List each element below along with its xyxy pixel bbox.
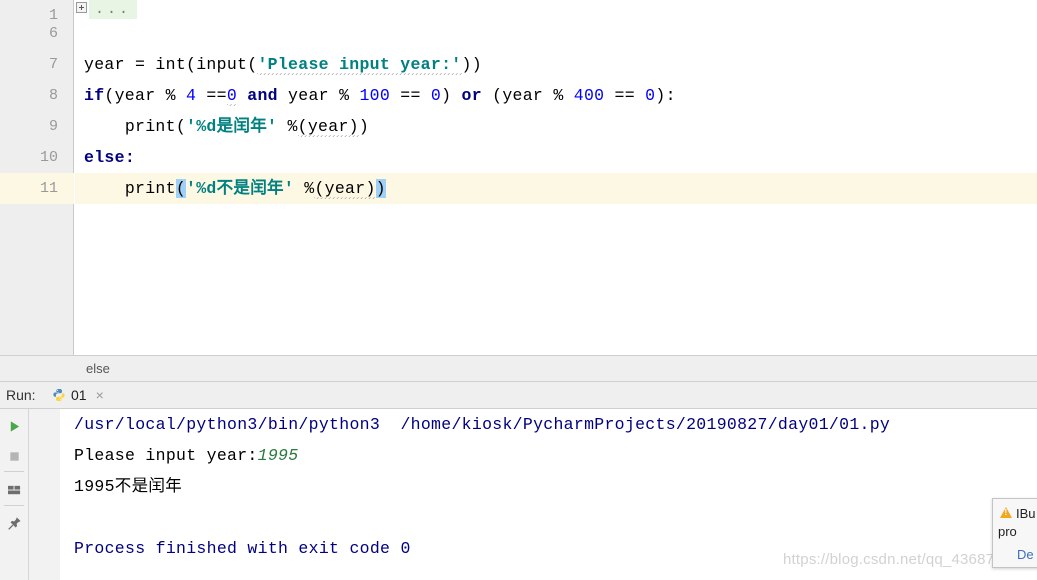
token-keyword-else: else [84, 148, 125, 167]
run-toolbar-secondary [28, 409, 84, 580]
token-paren: ): [655, 86, 676, 105]
token-paren: ( [175, 117, 187, 136]
console-command-line: /usr/local/python3/bin/python3 /home/kio… [74, 415, 891, 434]
token-args: (year) [297, 117, 359, 137]
console-user-input: 1995 [257, 446, 299, 465]
token-paren: ) [441, 86, 462, 105]
token-operator: == [390, 86, 431, 105]
console-result-line: 1995不是闰年 [74, 477, 183, 496]
token-operator: == [604, 86, 646, 105]
editor-line-11[interactable]: 11 print('%d不是闰年' %(year)) [0, 173, 1037, 204]
line-number: 10 [39, 149, 58, 166]
code-editor[interactable]: 1 ... 6 7 year = int(input('Please input… [0, 0, 1037, 355]
token-number: 0 [645, 86, 656, 105]
code-content[interactable]: year = int(input('Please input year:')) [84, 49, 482, 80]
stop-button[interactable] [3, 445, 25, 467]
line-number: 8 [48, 87, 58, 104]
line-number: 9 [48, 118, 58, 135]
token-keyword-or: or [461, 86, 482, 105]
token-builtin-input: input [196, 55, 248, 74]
run-window-label: Run: [6, 387, 36, 403]
token-colon: : [124, 148, 136, 167]
fold-expand-icon[interactable] [76, 2, 87, 13]
token-builtin-print: print [124, 179, 176, 198]
console-prompt-line: Please input year:1995 [74, 440, 298, 471]
warning-icon [1000, 507, 1012, 518]
restore-layout-button[interactable] [3, 479, 25, 501]
token-string: 'Please input year:' [257, 55, 462, 75]
notification-popup[interactable]: IBu pro De [992, 498, 1037, 568]
token-expr: (year % [104, 86, 187, 105]
token-number: 4 [186, 86, 197, 105]
console-exit-line: Process finished with exit code 0 [74, 539, 411, 558]
token-paren: ) [358, 117, 370, 136]
toolbar-divider [4, 471, 24, 472]
toolbar-divider [4, 505, 24, 506]
run-tab-01[interactable]: 01 × [52, 382, 104, 408]
pin-tab-button[interactable] [3, 512, 25, 534]
token-builtin-print: print [124, 117, 176, 136]
token-paren: ( [247, 55, 258, 74]
code-content[interactable]: print('%d是闰年' %(year)) [84, 111, 369, 142]
code-content[interactable]: if(year % 4 ==0 and year % 100 == 0) or … [84, 80, 676, 111]
python-icon [52, 388, 66, 402]
pycharm-window: 1 ... 6 7 year = int(input('Please input… [0, 0, 1037, 580]
token-paren: ( [186, 55, 197, 74]
token-operator: == [196, 86, 227, 105]
editor-line-9[interactable]: 9 print('%d是闰年' %(year)) [0, 111, 1037, 142]
run-button[interactable] [3, 415, 25, 437]
line-number: 7 [48, 56, 58, 73]
code-content[interactable]: else: [84, 142, 135, 173]
token-expr: year % [277, 86, 360, 105]
token-operator: = [124, 55, 156, 74]
notification-body: IBu pro [998, 505, 1036, 541]
breadcrumb[interactable]: else [86, 356, 110, 382]
close-icon[interactable]: × [96, 388, 104, 402]
token-string: '%d不是闰年' [186, 179, 295, 198]
run-toolbar-primary [0, 409, 28, 580]
token-args: (year) [314, 179, 376, 199]
token-expr: (year % [481, 86, 574, 105]
token-operator: % [294, 179, 315, 198]
editor-line-10[interactable]: 10 else: [0, 142, 1037, 173]
matching-bracket-close: ) [375, 179, 386, 198]
token-keyword-and: and [247, 86, 278, 105]
token-keyword-if: if [84, 86, 105, 105]
notification-message: IBu pro [998, 505, 1036, 541]
token-variable: year [84, 55, 125, 74]
folded-region[interactable]: ... [89, 0, 138, 19]
line-number: 6 [48, 25, 58, 42]
editor-line-8[interactable]: 8 if(year % 4 ==0 and year % 100 == 0) o… [0, 80, 1037, 111]
token-operator: % [277, 117, 298, 136]
console-prompt-text: Please input year: [74, 446, 258, 465]
token-number: 400 [573, 86, 605, 105]
matching-bracket-open: ( [175, 179, 187, 198]
watermark: https://blog.csdn.net/qq_43687755 [783, 551, 1020, 568]
breadcrumb-bar[interactable]: else [0, 355, 1037, 382]
token-paren: )) [461, 55, 482, 74]
token-string: '%d是闰年' [186, 117, 278, 136]
run-tab-label: 01 [71, 387, 87, 403]
code-content[interactable]: print('%d不是闰年' %(year)) [84, 173, 386, 204]
line-number: 11 [39, 180, 58, 197]
token-number: 0 [430, 86, 442, 105]
token-builtin-int: int [155, 55, 187, 74]
token-number: 0 [226, 86, 238, 106]
run-tab-bar: Run: 01 × [0, 382, 1037, 409]
editor-line-7[interactable]: 7 year = int(input('Please input year:')… [0, 49, 1037, 80]
notification-line-1: IBu [1016, 506, 1036, 521]
token-number: 100 [359, 86, 391, 105]
notification-line-2: pro [998, 524, 1017, 539]
editor-line-6[interactable]: 6 [0, 18, 1037, 49]
notification-action-link[interactable]: De [1017, 547, 1034, 562]
